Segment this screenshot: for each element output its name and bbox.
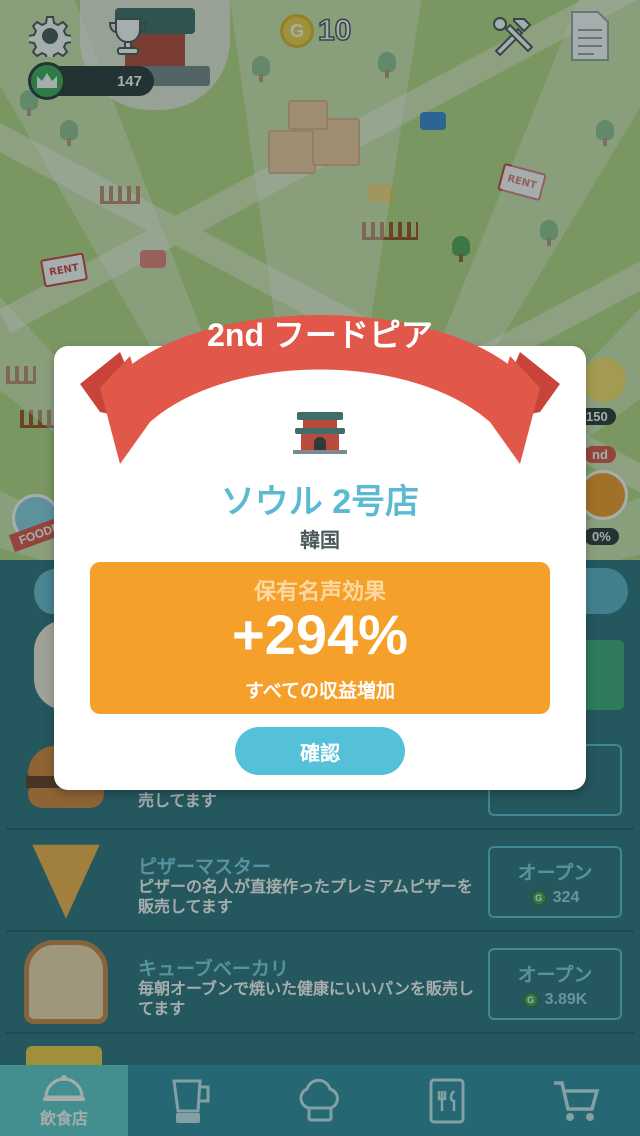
bonus-desc: すべての収益増加: [245, 681, 395, 702]
fame-bonus-panel: 保有名声効果 +294% すべての収益増加: [90, 562, 550, 714]
palace-gate-icon: [293, 412, 347, 454]
ribbon-title: 2nd フードピア: [207, 317, 433, 353]
confirm-button[interactable]: 確認: [235, 727, 405, 775]
country-name: 韓国: [300, 530, 340, 552]
store-name: ソウル 2号店: [220, 483, 420, 521]
bonus-value: +294%: [232, 603, 408, 666]
